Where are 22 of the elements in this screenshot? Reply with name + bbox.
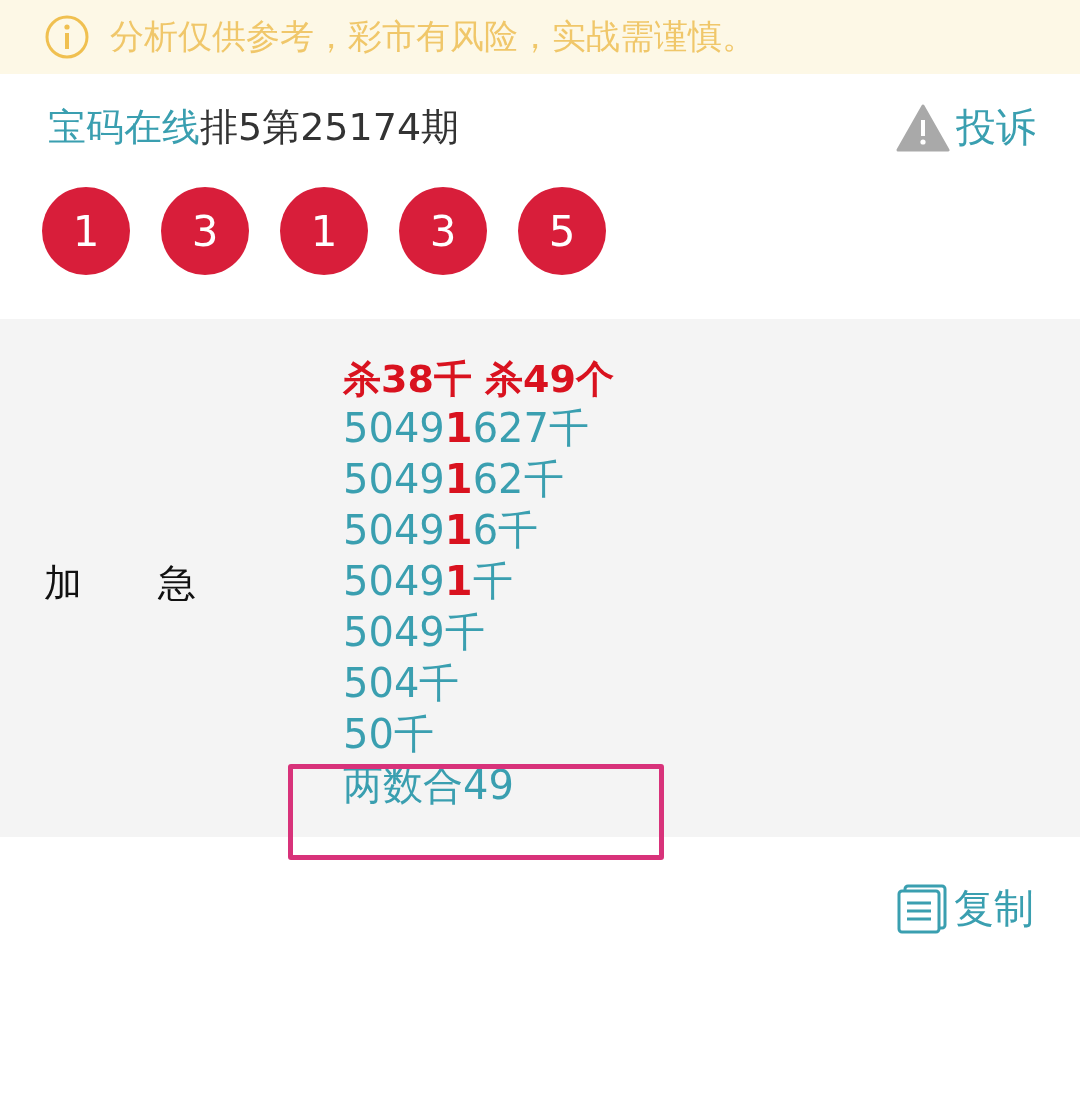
- number-ball: 3: [399, 187, 487, 275]
- number-ball: 1: [42, 187, 130, 275]
- warning-icon: [896, 103, 950, 152]
- tip-line: 50491627千: [343, 404, 590, 453]
- tip-line: 5049162千: [343, 455, 565, 504]
- complaint-button[interactable]: 投诉: [896, 100, 1036, 155]
- number-ball: 3: [161, 187, 249, 275]
- document-icon: [896, 883, 948, 934]
- tip-line: 5049千: [343, 608, 486, 657]
- tip-line: 504千: [343, 659, 461, 708]
- tip-headline: 杀38千 杀49个: [343, 356, 614, 403]
- number-ball: 1: [280, 187, 368, 275]
- tip-line: 两数合49: [343, 761, 515, 810]
- tip-label: 加 急: [44, 559, 197, 607]
- info-icon: [44, 14, 90, 60]
- tip-line: 50千: [343, 710, 435, 759]
- copy-button[interactable]: 复制: [896, 881, 1034, 936]
- page-title: 宝码在线排5第25174期: [48, 104, 460, 151]
- tip-line: 504916千: [343, 506, 540, 555]
- tip-line: 50491千: [343, 557, 514, 606]
- notice-text: 分析仅供参考，彩市有风险，实战需谨慎。: [110, 15, 756, 58]
- number-ball: 5: [518, 187, 606, 275]
